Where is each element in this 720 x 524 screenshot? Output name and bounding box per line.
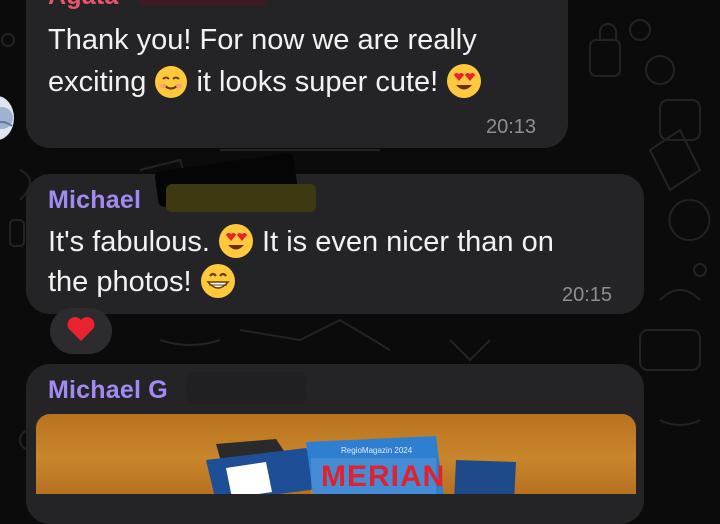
message-text-segment: exciting bbox=[48, 66, 147, 98]
sender-first-name: Michael bbox=[48, 376, 142, 404]
reaction-badge[interactable] bbox=[50, 308, 112, 354]
message-text-segment: It's fabulous. bbox=[48, 226, 210, 258]
message-text: exciting it looks super cute! bbox=[48, 62, 482, 110]
message-text-segment: the photos! bbox=[48, 266, 192, 298]
message-timestamp: 20:15 bbox=[562, 284, 613, 306]
image-attachment[interactable]: RegioMagazin 2024 MERIAN bbox=[36, 414, 636, 494]
red-heart-icon bbox=[66, 315, 96, 348]
message-text-segment: It is even nicer than on bbox=[262, 226, 554, 258]
message-bubble[interactable]: Michael It's fabulous. It is even nicer … bbox=[26, 152, 644, 314]
message-timestamp: 20:13 bbox=[486, 116, 537, 138]
sender-name[interactable]: Agata bbox=[48, 0, 118, 11]
sender-name[interactable]: Michael G bbox=[48, 376, 168, 405]
message-text-segment: it looks super cute! bbox=[196, 66, 439, 98]
message-bubble[interactable]: Agata Thank you! For now we are really e… bbox=[26, 0, 568, 148]
redacted-surname bbox=[186, 372, 306, 404]
redacted-surname bbox=[166, 184, 316, 212]
photo-caption-small: RegioMagazin 2024 bbox=[341, 446, 413, 455]
sender-name[interactable]: Michael bbox=[48, 186, 141, 215]
heart-eyes-icon bbox=[446, 63, 482, 110]
redacted-surname bbox=[138, 0, 268, 6]
message-text: Thank you! For now we are really bbox=[48, 24, 477, 56]
smiling-face-icon bbox=[154, 65, 188, 110]
grinning-face-icon bbox=[200, 263, 236, 310]
sender-initial: G bbox=[148, 376, 168, 404]
message-text: the photos! bbox=[48, 262, 236, 310]
photo-caption-title: MERIAN bbox=[321, 460, 446, 493]
